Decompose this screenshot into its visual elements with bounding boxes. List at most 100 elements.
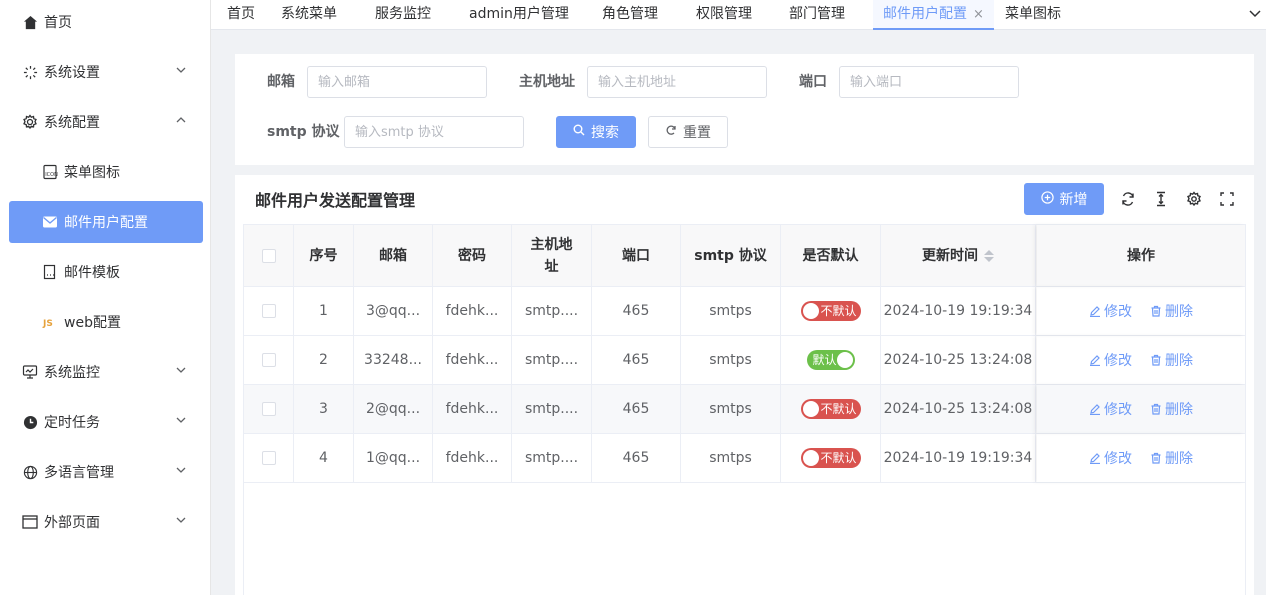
edit-icon	[1090, 453, 1100, 464]
cell-index: 1	[294, 287, 354, 335]
sidebar-item-system-settings[interactable]: 系统设置	[0, 47, 211, 97]
sidebar-item-mail-template[interactable]: 邮件模板	[0, 247, 211, 297]
cell-password: fdehk...	[433, 385, 512, 433]
sidebar-item-menu-icons[interactable]: ICON 菜单图标	[0, 147, 211, 197]
cell-host: smtp....	[512, 385, 592, 433]
trash-icon	[1151, 403, 1161, 415]
sort-icon[interactable]	[984, 249, 994, 262]
table-row: 2 33248... fdehk... smtp.... 465 smtps 默…	[244, 336, 1245, 385]
checkbox[interactable]	[261, 451, 276, 465]
header-email: 邮箱	[354, 225, 433, 286]
trash-icon	[1151, 354, 1161, 366]
delete-button[interactable]: 删除	[1150, 448, 1193, 468]
sidebar-item-home[interactable]: 首页	[0, 0, 211, 47]
cell-updated: 2024-10-19 19:19:34	[881, 287, 1036, 335]
header-is-default: 是否默认	[781, 225, 881, 286]
sidebar-item-system-monitor[interactable]: 系统监控	[0, 347, 211, 397]
edit-icon	[1090, 404, 1100, 415]
sidebar-item-web-config[interactable]: JS web配置	[0, 297, 211, 347]
tab-departments[interactable]: 部门管理	[789, 0, 845, 30]
icon-icon: ICON	[42, 164, 58, 180]
data-table: 序号 邮箱 密码 主机地址 端口 smtp 协议 是否默认 更新时间 操作 1 …	[243, 224, 1246, 595]
tab-permissions[interactable]: 权限管理	[696, 0, 752, 30]
table-row: 3 2@qq... fdehk... smtp.... 465 smtps 不默…	[244, 385, 1245, 434]
header-smtp: smtp 协议	[681, 225, 781, 286]
delete-button[interactable]: 删除	[1150, 301, 1193, 321]
chevron-down-icon[interactable]	[1248, 6, 1262, 20]
cell-port: 465	[592, 434, 681, 482]
default-switch[interactable]: 不默认	[800, 301, 861, 321]
tab-menu-icons[interactable]: 菜单图标	[1005, 0, 1061, 30]
cell-index: 3	[294, 385, 354, 433]
chevron-down-icon	[175, 514, 189, 528]
js-icon: JS	[42, 314, 58, 330]
sidebar-item-label: 定时任务	[44, 415, 100, 431]
delete-button[interactable]: 删除	[1150, 350, 1193, 370]
sidebar-item-label: 菜单图标	[64, 165, 120, 181]
header-select-all	[244, 225, 294, 286]
search-button-label: 搜索	[591, 125, 619, 141]
default-switch[interactable]: 默认	[806, 350, 855, 370]
cell-email: 2@qq...	[354, 385, 433, 433]
tab-admin-users[interactable]: admin用户管理	[469, 0, 569, 30]
edit-button[interactable]: 修改	[1089, 301, 1132, 321]
checkbox[interactable]	[261, 402, 276, 416]
tab-home[interactable]: 首页	[227, 0, 255, 30]
add-button[interactable]: 新增	[1024, 183, 1104, 215]
sidebar-item-mail-user-config[interactable]: 邮件用户配置	[9, 201, 203, 243]
density-icon[interactable]	[1153, 191, 1169, 207]
cell-host: smtp....	[512, 434, 592, 482]
tab-system-menu[interactable]: 系统菜单	[281, 0, 337, 30]
cell-index: 4	[294, 434, 354, 482]
sidebar-item-label: 系统监控	[44, 365, 100, 381]
checkbox[interactable]	[261, 304, 276, 318]
delete-button[interactable]: 删除	[1150, 399, 1193, 419]
gear-icon[interactable]	[1186, 191, 1202, 207]
sidebar-item-external-pages[interactable]: 外部页面	[0, 497, 211, 547]
sidebar-item-scheduled-tasks[interactable]: 定时任务	[0, 397, 211, 447]
tab-mail-user-config[interactable]: 邮件用户配置 ×	[873, 0, 994, 30]
cell-updated: 2024-10-19 19:19:34	[881, 434, 1036, 482]
switch-label: 不默认	[820, 304, 857, 318]
smtp-label: smtp 协议	[267, 124, 340, 140]
cell-email: 1@qq...	[354, 434, 433, 482]
search-button[interactable]: 搜索	[556, 116, 636, 148]
close-icon[interactable]: ×	[973, 7, 984, 22]
edit-button[interactable]: 修改	[1089, 448, 1132, 468]
checkbox[interactable]	[261, 353, 276, 367]
cell-smtp: smtps	[681, 287, 781, 335]
sidebar-item-i18n[interactable]: 多语言管理	[0, 447, 211, 497]
header-updated[interactable]: 更新时间	[881, 225, 1036, 286]
cell-smtp: smtps	[681, 434, 781, 482]
sidebar-item-label: 邮件用户配置	[64, 215, 148, 231]
chevron-down-icon	[175, 364, 189, 378]
tab-roles[interactable]: 角色管理	[602, 0, 658, 30]
fullscreen-icon[interactable]	[1219, 191, 1235, 207]
refresh-icon[interactable]	[1120, 191, 1136, 207]
default-switch[interactable]: 不默认	[800, 399, 861, 419]
sidebar-item-label: 系统配置	[44, 115, 100, 131]
default-switch[interactable]: 不默认	[800, 448, 861, 468]
port-input[interactable]	[839, 66, 1019, 98]
checkbox[interactable]	[261, 248, 276, 263]
sidebar-item-label: 邮件模板	[64, 265, 120, 281]
cell-password: fdehk...	[433, 287, 512, 335]
reset-button-label: 重置	[683, 125, 711, 141]
edit-button[interactable]: 修改	[1089, 350, 1132, 370]
smtp-input[interactable]	[344, 116, 524, 148]
reset-button[interactable]: 重置	[648, 116, 728, 148]
header-password: 密码	[433, 225, 512, 286]
table-row: 1 3@qq... fdehk... smtp.... 465 smtps 不默…	[244, 287, 1245, 336]
sidebar-item-label: 外部页面	[44, 515, 100, 531]
sidebar-item-system-config[interactable]: 系统配置	[0, 97, 211, 147]
tab-service-monitor[interactable]: 服务监控	[375, 0, 431, 30]
edit-button[interactable]: 修改	[1089, 399, 1132, 419]
cell-host: smtp....	[512, 336, 592, 384]
tab-label: 邮件用户配置	[883, 6, 967, 22]
add-button-label: 新增	[1059, 192, 1088, 208]
cell-password: fdehk...	[433, 434, 512, 482]
email-input[interactable]	[307, 66, 487, 98]
host-input[interactable]	[587, 66, 767, 98]
host-label: 主机地址	[519, 74, 575, 90]
header-actions: 操作	[1037, 225, 1245, 286]
